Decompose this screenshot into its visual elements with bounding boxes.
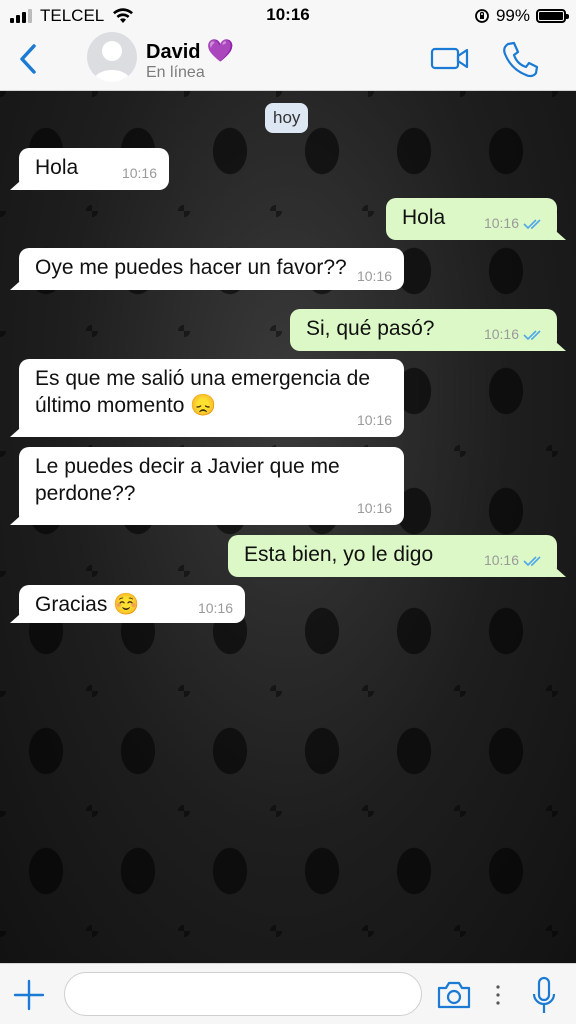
message-meta: 10:16: [484, 321, 545, 348]
chat-screen: TELCEL 10:16 99% David 💜 En línea hoy Ho…: [0, 0, 576, 1024]
message-meta: 10:16: [122, 160, 157, 187]
message-time: 10:16: [483, 326, 519, 342]
message-meta: 10:16: [357, 263, 392, 290]
purple-heart-emoji: 💜: [206, 38, 234, 63]
message-incoming[interactable]: Le puedes decir a Javier que me perdone?…: [19, 447, 404, 525]
message-incoming[interactable]: Hola 10:16: [19, 148, 169, 190]
battery-icon: [536, 9, 569, 23]
read-ticks-icon: [523, 555, 541, 566]
message-input[interactable]: [64, 972, 422, 1016]
message-time: 10:16: [483, 552, 519, 568]
message-meta: 10:16: [198, 595, 233, 622]
message-outgoing[interactable]: Hola 10:16: [386, 198, 557, 240]
message-meta: 10:16: [484, 210, 545, 237]
camera-icon: [437, 981, 471, 1009]
input-bar: [0, 963, 576, 1024]
attach-button[interactable]: [12, 978, 46, 1012]
orientation-lock-icon: [475, 9, 489, 23]
contact-status: En línea: [146, 64, 205, 81]
message-time: 10:16: [356, 500, 392, 516]
message-outgoing[interactable]: Si, qué pasó? 10:16: [290, 309, 557, 351]
message-incoming[interactable]: Oye me puedes hacer un favor?? 10:16: [19, 248, 404, 290]
video-camera-icon: [430, 47, 469, 70]
read-ticks-icon: [523, 329, 541, 340]
message-time: 10:16: [356, 412, 392, 428]
message-time: 10:16: [483, 215, 519, 231]
camera-button[interactable]: [436, 980, 472, 1010]
back-button[interactable]: [14, 42, 44, 76]
read-ticks-icon: [523, 218, 541, 229]
contact-name[interactable]: David 💜: [146, 38, 234, 64]
message-meta: 10:16: [484, 547, 545, 574]
more-dots-icon: [496, 985, 500, 1005]
microphone-icon: [532, 976, 556, 1013]
date-separator: hoy: [265, 103, 309, 133]
message-time: 10:16: [121, 165, 157, 181]
message-time: 10:16: [197, 600, 233, 616]
message-incoming[interactable]: Gracias ☺️ 10:16: [19, 585, 245, 623]
message-time: 10:16: [356, 268, 392, 284]
plus-icon: [13, 979, 45, 1011]
voice-message-button[interactable]: [530, 976, 558, 1016]
phone-icon: [503, 41, 539, 78]
status-right: 99%: [474, 6, 569, 26]
message-meta: 10:16: [357, 495, 392, 522]
avatar[interactable]: [87, 32, 137, 82]
status-bar: TELCEL 10:16 99%: [0, 0, 576, 30]
message-meta: 10:16: [357, 407, 392, 434]
chat-header: David 💜 En línea: [0, 30, 576, 91]
chat-messages-area[interactable]: hoy Hola 10:16 Hola 10:16 Oye me puedes …: [0, 91, 576, 963]
message-text: Oye me puedes hacer un favor??: [35, 256, 347, 279]
message-outgoing[interactable]: Esta bien, yo le digo 10:16: [228, 535, 557, 577]
message-text: Le puedes decir a Javier que me perdone?…: [35, 455, 340, 505]
contact-name-text: David: [146, 41, 201, 63]
message-incoming[interactable]: Es que me salió una emergencia de último…: [19, 359, 404, 437]
chevron-left-icon: [20, 44, 36, 74]
message-text: Es que me salió una emergencia de último…: [35, 367, 371, 417]
voice-call-button[interactable]: [500, 40, 540, 78]
default-avatar-icon: [93, 41, 131, 82]
video-call-button[interactable]: [430, 44, 470, 72]
battery-percent: 99%: [495, 6, 530, 25]
